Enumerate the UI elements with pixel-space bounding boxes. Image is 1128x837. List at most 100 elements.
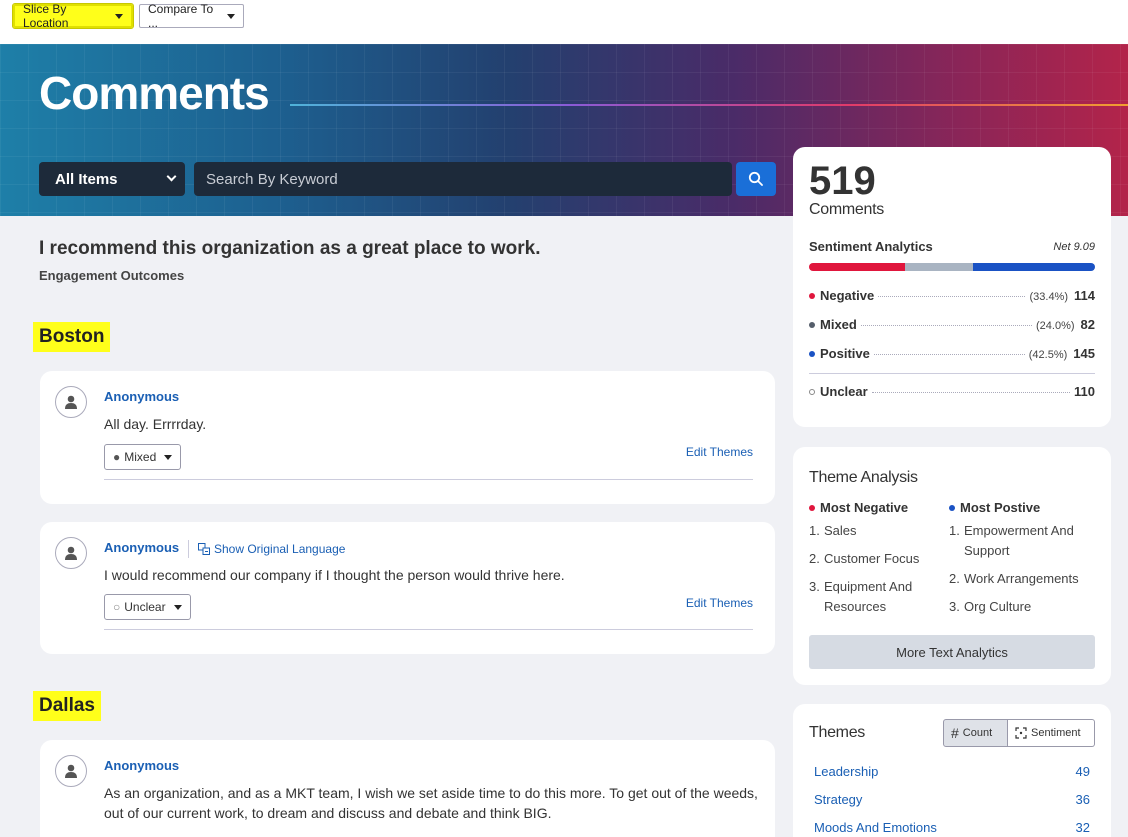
comment-card: Anonymous All day. Errrrday. ● Mixed Edi…: [40, 371, 775, 504]
sentiment-pct: (33.4%): [1029, 291, 1069, 303]
negative-dot-icon: [809, 504, 815, 511]
themes-panel: Themes # Count Sentiment Leadership 49 S…: [793, 704, 1111, 837]
most-negative-heading: Most Negative: [809, 500, 954, 515]
sentiment-count: 145: [1073, 346, 1095, 361]
sentiment-label: Mixed: [820, 317, 857, 332]
sentiment-bar-segment-positive: [973, 263, 1095, 271]
sentiment-row-positive[interactable]: Positive (42.5%) 145: [809, 346, 1095, 361]
comments-count-label: Comments: [809, 201, 884, 218]
theme-name: Sales: [824, 523, 857, 538]
positive-theme-item[interactable]: 2. Work Arrangements: [949, 569, 1094, 589]
sentiment-scan-icon: [1015, 727, 1027, 739]
rank: 2.: [949, 571, 960, 586]
sentiment-select[interactable]: ● Mixed: [104, 444, 182, 470]
most-positive-label: Most Postive: [960, 500, 1041, 515]
most-negative-column: Most Negative 1. Sales 2. Customer Focus 3…: [809, 500, 954, 625]
sentiment-value: Mixed: [124, 450, 157, 464]
translate-icon: [198, 543, 210, 555]
compare-to-dropdown[interactable]: Compare To ...: [139, 2, 244, 30]
sentiment-pct: (42.5%): [1028, 349, 1068, 361]
show-original-language-link[interactable]: Show Original Language: [188, 540, 345, 558]
question-category: Engagement Outcomes: [39, 268, 185, 283]
sentiment-bar-segment-mixed: [904, 263, 974, 271]
sentiment-select[interactable]: ○ Unclear: [104, 594, 191, 620]
most-positive-heading: Most Postive: [949, 500, 1094, 515]
comment-author[interactable]: Anonymous: [104, 758, 179, 773]
more-text-analytics-button[interactable]: More Text Analytics: [809, 635, 1095, 669]
compare-label: Compare To ...: [148, 2, 214, 30]
location-heading-boston: Boston: [33, 322, 111, 352]
negative-theme-item[interactable]: 1. Sales: [809, 521, 954, 541]
mixed-dot-icon: [809, 322, 815, 328]
search-button[interactable]: [736, 162, 776, 196]
comment-card: Anonymous Show Original Language I would…: [40, 522, 775, 654]
theme-name: Empowerment And Support: [964, 523, 1074, 558]
negative-theme-item[interactable]: 3. Equipment And Resources: [809, 577, 954, 617]
sentiment-toggle-button[interactable]: Sentiment: [1008, 719, 1095, 747]
hollow-bullet-icon: ○: [113, 600, 121, 614]
hero-divider-line: [290, 104, 1128, 106]
positive-dot-icon: [949, 504, 955, 511]
slice-label: Slice By Location: [23, 2, 69, 30]
theme-count: 49: [1075, 764, 1090, 779]
themes-title: Themes: [809, 724, 865, 741]
negative-theme-item[interactable]: 2. Customer Focus: [809, 549, 954, 569]
sentiment-pct: (24.0%): [1036, 320, 1075, 332]
comment-author[interactable]: Anonymous: [104, 540, 179, 555]
chevron-down-icon: [166, 171, 177, 182]
theme-row[interactable]: Leadership 49: [814, 764, 1090, 779]
theme-name: Work Arrangements: [964, 571, 1079, 586]
user-icon: [65, 395, 77, 409]
theme-analysis-title: Theme Analysis: [809, 469, 918, 486]
theme-row[interactable]: Strategy 36: [814, 792, 1090, 807]
count-toggle-label: Count: [962, 727, 993, 739]
caret-down-icon: [164, 454, 173, 460]
sentiment-row-negative[interactable]: Negative (33.4%) 114: [809, 288, 1095, 303]
comments-count: 519: [809, 159, 876, 203]
items-filter-select[interactable]: All Items: [39, 162, 185, 196]
net-score: Net 9.09: [1053, 241, 1095, 253]
avatar: [55, 386, 87, 418]
hash-icon: #: [951, 725, 959, 741]
avatar: [55, 537, 87, 569]
divider: [809, 373, 1095, 374]
user-icon: [65, 546, 77, 560]
theme-name: Equipment And Resources: [824, 579, 913, 614]
rank: 3.: [949, 599, 960, 614]
slice-by-location-dropdown[interactable]: Slice By Location: [12, 2, 134, 30]
keyword-search-input[interactable]: [194, 162, 732, 196]
sentiment-bar: [809, 263, 1095, 271]
edit-themes-link[interactable]: Edit Themes: [686, 445, 753, 459]
sentiment-label: Negative: [820, 288, 875, 303]
count-toggle-button[interactable]: # Count: [943, 719, 1008, 747]
sentiment-row-unclear[interactable]: Unclear 110: [809, 384, 1095, 399]
comments-summary-panel: 519 Comments Sentiment Analytics Net 9.0…: [793, 147, 1111, 427]
caret-down-icon: [227, 13, 235, 19]
sentiment-value: Unclear: [124, 600, 166, 614]
theme-count: 36: [1075, 792, 1090, 807]
sentiment-row-mixed[interactable]: Mixed (24.0%) 82: [809, 317, 1095, 332]
positive-theme-item[interactable]: 1. Empowerment And Support: [949, 521, 1094, 561]
items-filter-value: All Items: [55, 170, 118, 188]
sentiment-count: 82: [1080, 317, 1095, 332]
search-icon: [748, 171, 763, 186]
location-heading-dallas: Dallas: [33, 691, 101, 721]
sentiment-count: 110: [1074, 384, 1095, 399]
question-text: I recommend this organization as a great…: [39, 238, 541, 259]
theme-count: 32: [1075, 820, 1090, 835]
theme-row[interactable]: Moods And Emotions 32: [814, 820, 1090, 835]
rank: 1.: [809, 523, 820, 538]
sentiment-count: 114: [1074, 288, 1095, 303]
sentiment-bar-segment-negative: [809, 263, 905, 271]
comment-author[interactable]: Anonymous: [104, 389, 179, 404]
positive-theme-item[interactable]: 3. Org Culture: [949, 597, 1094, 617]
dotted-leader: [873, 354, 1025, 355]
bullet-icon: ●: [113, 450, 121, 464]
comment-text: All day. Errrrday.: [104, 416, 207, 432]
unclear-dot-icon: [809, 389, 815, 395]
rank: 2.: [809, 551, 820, 566]
comment-text: I would recommend our company if I thoug…: [104, 567, 565, 583]
edit-themes-link[interactable]: Edit Themes: [686, 596, 753, 610]
sentiment-toggle-label: Sentiment: [1031, 727, 1081, 739]
caret-down-icon: [115, 13, 123, 19]
